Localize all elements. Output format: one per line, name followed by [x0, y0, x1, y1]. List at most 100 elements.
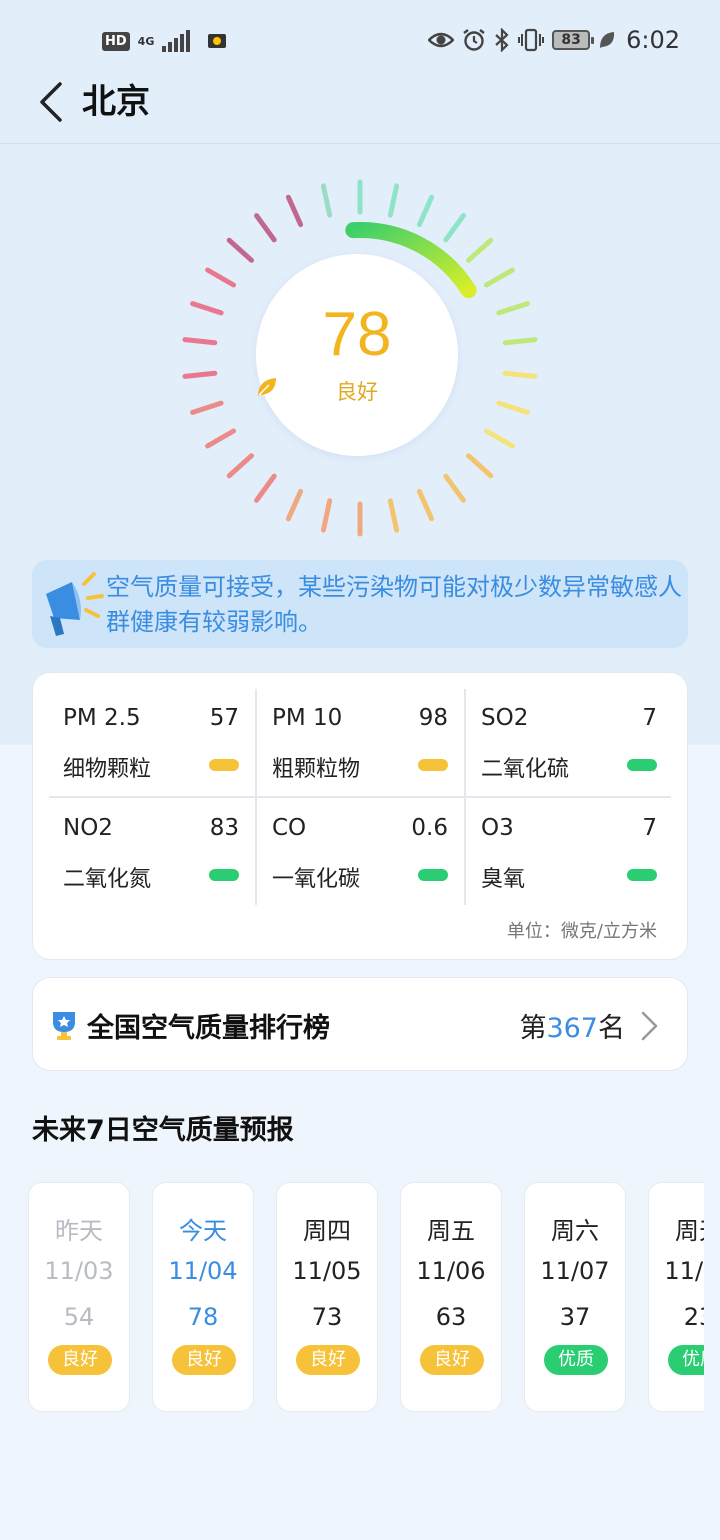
gauge-tick: [483, 428, 515, 449]
advice-text: 空气质量可接受，某些污染物可能对极少数异常敏感人群健康有较弱影响。: [106, 573, 682, 636]
forecast-day-aqi: 54: [63, 1303, 95, 1331]
gauge-tick: [465, 453, 494, 479]
gauge-tick: [254, 473, 277, 503]
gauge-tick: [483, 267, 515, 288]
forecast-level-badge: 良好: [48, 1345, 112, 1375]
pollutant-co[interactable]: CO 0.6 一氧化碳: [256, 783, 464, 893]
pollutant-name: PM 2.5: [63, 705, 141, 731]
gauge-tick: [190, 301, 224, 316]
gauge-tick: [502, 370, 538, 379]
ranking-position: 第367名: [519, 1006, 625, 1045]
chevron-left-icon: [40, 82, 62, 122]
forecast-day-aqi: 73: [311, 1303, 343, 1331]
gauge-tick: [496, 400, 530, 415]
aqi-value: 78: [322, 300, 392, 369]
forecast-day-date: 11/07: [540, 1257, 610, 1285]
forecast-list[interactable]: 昨天 11/03 54 良好 今天 11/04 78 良好 周四 11/05 7…: [0, 1182, 704, 1422]
forecast-level-badge: 良好: [172, 1345, 236, 1375]
aqi-level: 良好: [256, 376, 458, 406]
forecast-title: 未来7日空气质量预报: [32, 1115, 294, 1146]
gauge-tick: [443, 473, 466, 503]
pollutant-pm10[interactable]: PM 10 98 粗颗粒物: [256, 673, 464, 783]
pollutant-value: 7: [642, 705, 657, 731]
forecast-level-badge: 优质: [544, 1345, 608, 1375]
gauge-tick: [387, 498, 400, 533]
pollutant-so2[interactable]: SO2 7 二氧化硫: [465, 673, 673, 783]
gauge-tick: [190, 400, 224, 415]
nav-bar: 北京: [0, 80, 720, 144]
gauge-tick: [443, 213, 466, 243]
forecast-day-label: 今天: [179, 1217, 227, 1245]
pollutant-cn-name: 二氧化氮: [63, 867, 152, 892]
gauge-tick: [285, 194, 304, 228]
gauge-tick: [226, 453, 255, 479]
forecast-day[interactable]: 周四 11/05 73 良好: [276, 1182, 378, 1412]
gauge-tick: [182, 337, 218, 346]
forecast-day[interactable]: 周五 11/06 63 良好: [400, 1182, 502, 1412]
sim-icon: [208, 34, 227, 48]
status-bar: HD 4G 83 6:02: [0, 0, 720, 80]
pollutant-no2[interactable]: NO2 83 二氧化氮: [47, 783, 255, 893]
forecast-day-date: 11/03: [44, 1257, 114, 1285]
forecast-day-date: 11/04: [168, 1257, 238, 1285]
pollutant-cn-name: 粗颗粒物: [272, 757, 361, 782]
pollutant-level-indicator: [418, 759, 448, 771]
forecast-day[interactable]: 昨天 11/03 54 良好: [28, 1182, 130, 1412]
forecast-level-badge: 良好: [296, 1345, 360, 1375]
forecast-day-date: 11/08: [664, 1257, 704, 1285]
forecast-day-label: 周五: [427, 1217, 475, 1245]
hd-icon: HD: [102, 31, 130, 51]
gauge-tick: [416, 488, 435, 522]
pollutant-pm25[interactable]: PM 2.5 57 细物颗粒: [47, 673, 255, 783]
gauge-tick: [387, 183, 400, 218]
national-ranking-card[interactable]: 全国空气质量排行榜 第367名: [32, 977, 688, 1071]
forecast-day-label: 周六: [551, 1217, 599, 1245]
pollutant-level-indicator: [627, 869, 657, 881]
aqi-level-label: 良好: [336, 380, 378, 404]
leaf-icon: [600, 32, 615, 48]
pollutant-level-indicator: [209, 869, 239, 881]
gauge-tick: [465, 237, 494, 263]
pollutant-cn-name: 臭氧: [481, 867, 526, 892]
gauge-tick: [254, 213, 277, 243]
trophy-icon: [53, 1012, 75, 1040]
pollutant-level-indicator: [209, 759, 239, 771]
leaf-icon: [258, 378, 276, 396]
pollutant-cn-name: 二氧化硫: [481, 757, 570, 782]
gauge-tick: [320, 183, 333, 218]
ranking-prefix: 第: [519, 1013, 547, 1044]
pollutant-o3[interactable]: O3 7 臭氧: [465, 783, 673, 893]
gauge-tick: [320, 498, 333, 533]
pollutant-card: PM 2.5 57 细物颗粒 PM 10 98 粗颗粒物 SO2 7 二氧化硫 …: [32, 672, 688, 960]
forecast-day-label: 昨天: [55, 1217, 103, 1245]
ranking-number: 367: [546, 1013, 598, 1044]
pollutant-level-indicator: [627, 759, 657, 771]
back-button[interactable]: [30, 80, 74, 124]
ranking-suffix: 名: [598, 1013, 625, 1044]
gauge-tick: [205, 267, 237, 288]
clock: 6:02: [626, 26, 680, 54]
gauge-tick: [502, 337, 538, 346]
unit-label: 单位：微克/立方米: [506, 921, 657, 942]
forecast-level-badge: 优质: [668, 1345, 704, 1375]
forecast-day-aqi: 23: [683, 1303, 704, 1331]
pollutant-name: NO2: [63, 815, 113, 841]
megaphone-icon: [46, 572, 104, 636]
gauge-center: 78 良好: [256, 254, 458, 456]
forecast-day[interactable]: 今天 11/04 78 良好: [152, 1182, 254, 1412]
gauge-tick: [182, 370, 218, 379]
pollutant-value: 7: [642, 815, 657, 841]
alarm-icon: [463, 29, 485, 51]
gauge-tick: [496, 301, 530, 316]
pollutant-name: CO: [272, 815, 307, 841]
pollutant-level-indicator: [418, 869, 448, 881]
forecast-day[interactable]: 周天 11/08 23 优质: [648, 1182, 704, 1412]
health-advice-banner: 空气质量可接受，某些污染物可能对极少数异常敏感人群健康有较弱影响。: [32, 560, 688, 648]
forecast-day[interactable]: 周六 11/07 37 优质: [524, 1182, 626, 1412]
network-type: 4G: [137, 34, 155, 48]
chevron-right-icon: [641, 1011, 658, 1041]
forecast-day-aqi: 63: [435, 1303, 467, 1331]
pollutant-name: SO2: [481, 705, 529, 731]
gauge-tick: [205, 428, 237, 449]
pollutant-cn-name: 细物颗粒: [63, 757, 152, 782]
